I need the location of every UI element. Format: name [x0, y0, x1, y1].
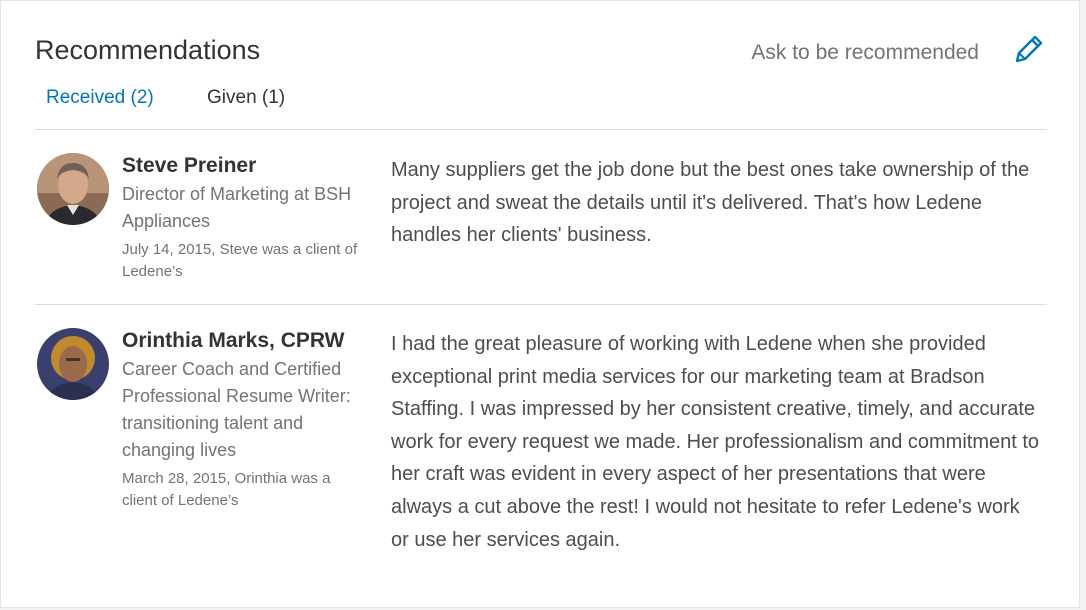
tab-given[interactable]: Given (1): [207, 87, 285, 109]
divider: [35, 304, 1047, 305]
recommender-name[interactable]: Orinthia Marks, CPRW: [122, 329, 345, 353]
avatar[interactable]: [37, 153, 109, 225]
section-title: Recommendations: [35, 35, 261, 65]
tab-received[interactable]: Received (2): [46, 87, 154, 109]
recommender-headline: Career Coach and Certified Professional …: [122, 359, 351, 460]
pencil-icon[interactable]: [1013, 31, 1045, 65]
recommendation-text: I had the great pleasure of working with…: [391, 333, 1040, 551]
recommendation-meta: March 28, 2015, Orinthia was a client of…: [122, 470, 331, 509]
recommendations-header: Recommendations Ask to be recommended: [35, 31, 1045, 71]
recommendation-meta: July 14, 2015, Steve was a client of Led…: [122, 241, 358, 280]
recommendations-card: Recommendations Ask to be recommended Re…: [0, 0, 1080, 608]
ask-to-be-recommended-link[interactable]: Ask to be recommended: [751, 41, 979, 65]
avatar[interactable]: [37, 328, 109, 400]
recommender-headline: Director of Marketing at BSH Appliances: [122, 184, 352, 231]
recommendation-text: Many suppliers get the job done but the …: [391, 159, 1030, 247]
divider: [35, 129, 1047, 130]
recommender-name[interactable]: Steve Preiner: [122, 154, 256, 178]
